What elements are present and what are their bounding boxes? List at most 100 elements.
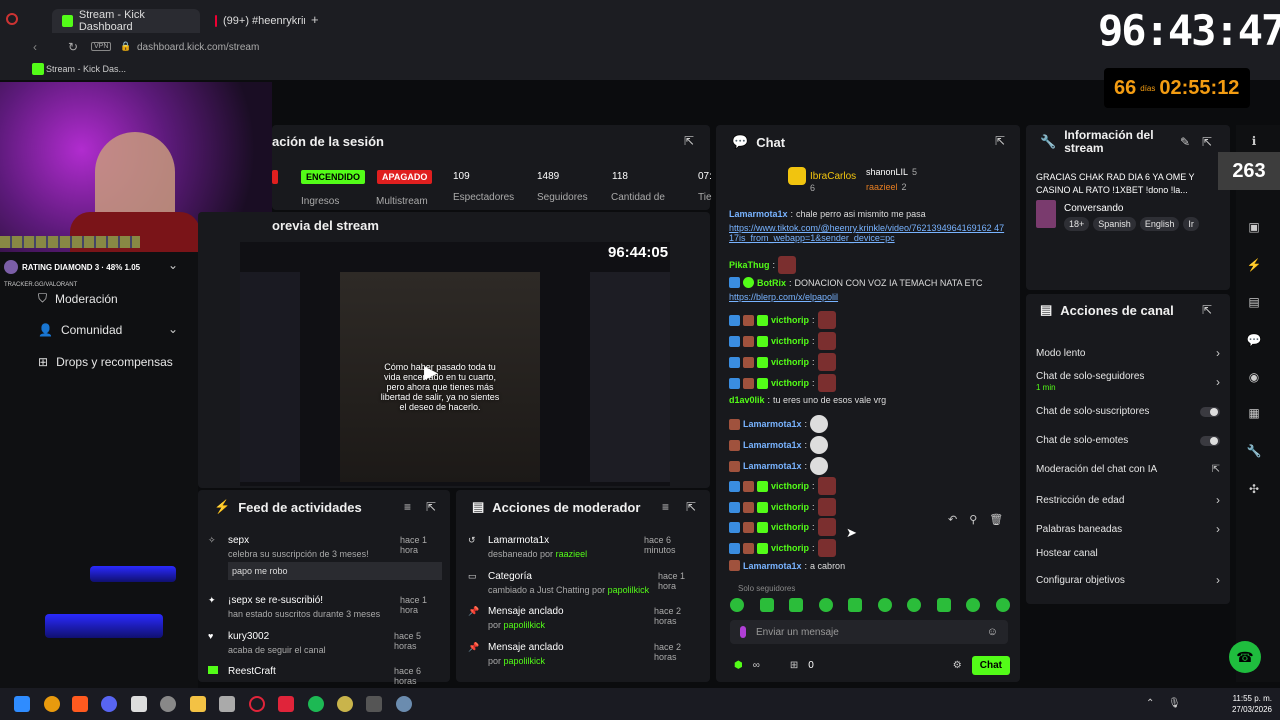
expand-icon[interactable]: ⇱ (1202, 303, 1212, 317)
steam-icon[interactable] (160, 696, 176, 712)
chat-username[interactable]: Lamarmota1x (743, 561, 802, 571)
emote-icon[interactable] (936, 598, 951, 612)
gamepad-icon[interactable] (219, 696, 235, 712)
toggle-switch[interactable] (1200, 406, 1220, 417)
windows-start-icon[interactable] (14, 696, 30, 712)
delete-icon[interactable]: 🗑 (989, 513, 1003, 526)
new-tab-icon[interactable]: + (311, 12, 319, 27)
tag[interactable]: 18+ (1064, 217, 1090, 231)
layout-icon[interactable]: ▦ (1245, 406, 1263, 424)
chat-link[interactable]: https://blerp.com/x/elpapolil (729, 292, 838, 302)
emote-icon[interactable] (848, 598, 863, 612)
tag[interactable]: English (1139, 217, 1180, 231)
emoji-icon[interactable]: ☺ (987, 626, 998, 638)
filter-icon[interactable]: ≡ (662, 500, 669, 514)
chat-username[interactable]: victhorip (771, 378, 809, 388)
tiktok-taskbar-icon[interactable] (278, 696, 294, 712)
chat-username[interactable]: d1av0lik (729, 395, 765, 405)
action-palabras-baneadas[interactable]: Palabras baneadas › (1036, 522, 1220, 536)
emote-icon[interactable] (730, 598, 744, 612)
system-clock[interactable]: 11:55 p. m. 27/03/2026 (1224, 693, 1272, 715)
category-name[interactable]: Conversando (1064, 203, 1123, 214)
store-icon[interactable] (131, 696, 147, 712)
chat-username[interactable]: victhorip (771, 357, 809, 367)
bolt-icon[interactable]: ⚡ (1245, 258, 1263, 276)
app-icon[interactable] (366, 696, 382, 712)
support-button[interactable]: ☎ (1229, 641, 1261, 673)
chat-username[interactable]: Lamarmota1x (743, 461, 802, 471)
emote-icon[interactable] (907, 598, 922, 612)
filter-icon[interactable]: ≡ (404, 500, 411, 514)
chat-username[interactable]: victhorip (771, 315, 809, 325)
sidebar-item-comunidad[interactable]: 👤 Comunidad (38, 323, 122, 337)
action-restriccion-edad[interactable]: Restricción de edad › (1036, 493, 1220, 507)
spotify-icon[interactable] (308, 696, 324, 712)
emote-icon[interactable] (995, 598, 1010, 612)
mic-icon[interactable] (740, 626, 746, 638)
emote-icon[interactable] (818, 598, 833, 612)
expand-icon[interactable]: ⇱ (426, 500, 436, 514)
gift-icon[interactable]: ⊞ (790, 660, 798, 671)
broadcast-icon[interactable]: ◉ (1245, 370, 1263, 388)
chat-link[interactable]: https://www.tiktok.com/@heenry.krinkle/v… (729, 223, 1009, 243)
discord-icon[interactable] (101, 696, 117, 712)
emote-icon[interactable] (877, 598, 892, 612)
pin-icon[interactable]: ⚲ (969, 513, 977, 526)
action-moderacion-ia[interactable]: Moderación del chat con IA ⇱ (1036, 464, 1220, 475)
expand-icon[interactable]: ⇱ (686, 500, 696, 514)
expand-icon[interactable]: ⇱ (995, 134, 1005, 148)
settings-icon[interactable] (396, 696, 412, 712)
comunidad-chevron-icon[interactable]: ⌄ (168, 322, 178, 336)
folder-icon[interactable] (190, 696, 206, 712)
action-hostear-canal[interactable]: Hostear canal (1036, 548, 1220, 559)
edit-icon[interactable]: ✎ (1180, 135, 1190, 149)
action-modo-lento[interactable]: Modo lento › (1036, 346, 1220, 360)
url-text[interactable]: dashboard.kick.com/stream (137, 42, 259, 53)
reload-icon[interactable]: ↻ (68, 40, 78, 54)
send-chat-button[interactable]: Chat (971, 655, 1010, 675)
back-icon[interactable]: ‹ (33, 40, 37, 54)
emote-icon[interactable] (789, 598, 804, 612)
tab-kick-dashboard[interactable]: Stream - Kick Dashboard (52, 9, 200, 33)
stream-preview-video[interactable]: 96:44:05 Cómo haber pasado toda tu vida … (240, 242, 670, 486)
emote-icon[interactable] (759, 598, 774, 612)
wrench-icon[interactable]: 🔧 (1245, 444, 1263, 462)
bookmark-kick[interactable]: Stream - Kick Das... (46, 64, 126, 74)
tag[interactable]: Spanish (1093, 217, 1136, 231)
action-solo-emotes[interactable]: Chat de solo-emotes (1036, 435, 1220, 446)
emote-icon[interactable] (966, 598, 981, 612)
opera-icon[interactable] (6, 13, 18, 25)
sidebar-item-moderacion[interactable]: ⛉ Moderación (38, 291, 118, 306)
tray-up-icon[interactable]: ⌃ (1146, 698, 1154, 709)
mic-tray-icon[interactable]: 🎙 (1168, 698, 1181, 709)
chat-username[interactable]: victhorip (771, 481, 809, 491)
vpn-badge[interactable]: VPN (91, 42, 112, 51)
action-solo-suscriptores[interactable]: Chat de solo-suscriptores (1036, 406, 1220, 417)
chat-username[interactable]: Lamarmota1x (743, 419, 802, 429)
play-icon[interactable]: ▶ (424, 362, 438, 383)
action-configurar-objetivos[interactable]: Configurar objetivos › (1036, 573, 1220, 587)
document-icon[interactable]: ▤ (1245, 295, 1263, 313)
app-icon[interactable] (44, 696, 60, 712)
chat-username[interactable]: victhorip (771, 543, 809, 553)
chat-username[interactable]: victhorip (771, 502, 809, 512)
opera-taskbar-icon[interactable] (249, 696, 265, 712)
app-icon[interactable] (337, 696, 353, 712)
toggle-switch[interactable] (1200, 435, 1220, 446)
reply-icon[interactable]: ↶ (948, 513, 957, 526)
points-icon[interactable]: ⬢ (734, 660, 743, 671)
expand-icon[interactable]: ⇱ (1202, 135, 1212, 149)
chat-username[interactable]: Lamarmota1x (729, 209, 788, 219)
info-icon[interactable]: ℹ (1245, 134, 1263, 152)
screen-icon[interactable]: ▣ (1245, 220, 1263, 238)
chat-username[interactable]: BotRix (757, 278, 786, 288)
chat-username[interactable]: victhorip (771, 336, 809, 346)
tag[interactable]: Ir (1183, 217, 1199, 231)
action-solo-seguidores[interactable]: Chat de solo-seguidores 1 min › (1036, 371, 1220, 393)
apps-icon[interactable]: ✣ (1245, 482, 1263, 500)
brave-icon[interactable] (72, 696, 88, 712)
chat-username[interactable]: victhorip (771, 522, 809, 532)
tab-tiktok[interactable]: (99+) #heenrykrinkle | TikT (205, 9, 305, 33)
sidebar-item-drops[interactable]: ⊞ Drops y recompensas (38, 355, 173, 369)
chat-icon[interactable]: 💬 (1245, 333, 1263, 351)
